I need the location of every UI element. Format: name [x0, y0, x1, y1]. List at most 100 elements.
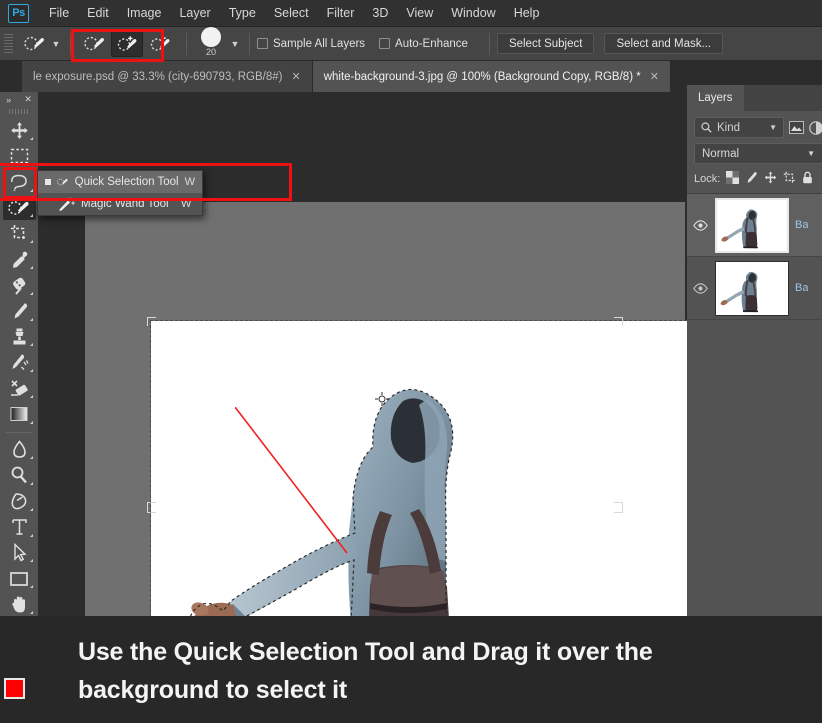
brush-size-value: 20 — [206, 48, 216, 57]
close-icon[interactable]: ✕ — [650, 70, 659, 83]
menu-item-layer[interactable]: Layer — [170, 3, 219, 23]
brush-size-control[interactable]: 20 — [194, 30, 228, 57]
move-tool[interactable] — [3, 118, 36, 143]
photoshop-logo: Ps — [8, 4, 29, 23]
blend-mode-select[interactable]: Normal ▼ — [694, 143, 822, 164]
layer-filter-kind-select[interactable]: Kind ▼ — [694, 117, 784, 138]
menu-item-window[interactable]: Window — [442, 3, 504, 23]
close-icon[interactable]: ✕ — [291, 70, 300, 83]
options-bar: ▼ — [0, 27, 822, 61]
menu-item-view[interactable]: View — [397, 3, 442, 23]
layer-lock-row: Lock: — [687, 164, 822, 193]
pixel-layer-filter-icon[interactable] — [789, 117, 804, 138]
blend-mode-row: Normal ▼ — [687, 138, 822, 164]
brush-tool[interactable] — [3, 299, 36, 324]
menu-item-help[interactable]: Help — [505, 3, 549, 23]
select-subject-button[interactable]: Select Subject — [497, 33, 595, 54]
menu-item-select[interactable]: Select — [265, 3, 318, 23]
eraser-tool[interactable] — [3, 376, 36, 401]
crop-tool[interactable] — [3, 221, 36, 246]
foreground-color-swatch[interactable] — [4, 678, 25, 699]
flyout-shortcut: W — [181, 198, 195, 210]
magic-wand-tool-icon — [57, 197, 75, 211]
layer-thumbnail[interactable] — [715, 261, 789, 316]
close-icon[interactable]: ✕ — [24, 94, 32, 105]
options-bar-grip[interactable] — [4, 34, 13, 54]
lasso-tool[interactable] — [3, 170, 36, 195]
eye-visibility-icon[interactable] — [691, 220, 709, 231]
tools-panel-grip[interactable] — [9, 109, 29, 114]
quick-selection-tool-icon — [57, 175, 69, 189]
quick-selection-tool[interactable] — [3, 196, 36, 221]
blur-tool[interactable] — [3, 437, 36, 462]
lock-position-icon[interactable] — [764, 171, 777, 187]
layer-row-background-copy[interactable]: Ba — [687, 194, 822, 257]
auto-enhance-box[interactable] — [379, 38, 390, 49]
gradient-tool[interactable] — [3, 402, 36, 427]
layer-thumbnail[interactable] — [715, 198, 789, 253]
rectangle-tool[interactable] — [3, 566, 36, 591]
chevron-down-icon[interactable]: ▼ — [807, 149, 815, 158]
flyout-label: Magic Wand Tool — [81, 198, 175, 210]
layer-filter-kind-label: Kind — [717, 122, 740, 134]
pen-tool[interactable] — [3, 489, 36, 514]
path-selection-tool[interactable] — [3, 541, 36, 566]
flyout-item-quick-selection-tool[interactable]: Quick Selection Tool W — [38, 171, 202, 193]
document-tab-exposure[interactable]: le exposure.psd @ 33.3% (city-690793, RG… — [22, 61, 313, 92]
collapse-panel-icon[interactable]: » — [6, 95, 11, 105]
menu-item-3d[interactable]: 3D — [363, 3, 397, 23]
layer-name[interactable]: Ba — [795, 219, 808, 231]
layer-name[interactable]: Ba — [795, 282, 808, 294]
auto-enhance-checkbox[interactable]: Auto-Enhance — [379, 38, 468, 50]
brush-options-chevron-down-icon[interactable]: ▼ — [228, 39, 242, 49]
options-divider-2 — [186, 33, 187, 55]
auto-enhance-label: Auto-Enhance — [395, 38, 468, 50]
tools-panel-header: » ✕ — [0, 92, 39, 107]
menu-bar: Ps File Edit Image Layer Type Select Fil… — [0, 0, 822, 27]
quick-selection-tool-icon[interactable] — [19, 31, 49, 57]
brush-preset-chevron-down-icon[interactable]: ▼ — [49, 39, 63, 49]
menu-item-type[interactable]: Type — [220, 3, 265, 23]
history-brush-tool[interactable] — [3, 350, 36, 375]
menu-item-edit[interactable]: Edit — [78, 3, 118, 23]
spot-healing-brush-tool[interactable] — [3, 273, 36, 298]
rectangular-marquee-tool[interactable] — [3, 144, 36, 169]
lock-all-icon[interactable] — [802, 171, 813, 187]
lock-artboard-nesting-icon[interactable] — [783, 171, 796, 187]
lock-image-pixels-icon[interactable] — [745, 171, 758, 187]
clone-stamp-tool[interactable] — [3, 325, 36, 350]
current-tool-bullet-icon — [45, 179, 51, 185]
document-tab-label: le exposure.psd @ 33.3% (city-690793, RG… — [33, 71, 282, 83]
sample-all-layers-box[interactable] — [257, 38, 268, 49]
sample-all-layers-checkbox[interactable]: Sample All Layers — [257, 38, 365, 50]
caption-right-filler — [687, 616, 822, 723]
subtract-from-selection-button[interactable] — [144, 31, 176, 57]
select-and-mask-button[interactable]: Select and Mask... — [604, 33, 723, 54]
layer-row-background[interactable]: Ba — [687, 257, 822, 320]
blend-mode-value: Normal — [702, 148, 739, 160]
dodge-tool[interactable] — [3, 463, 36, 488]
adjustment-layer-filter-icon[interactable] — [809, 117, 822, 138]
menu-item-file[interactable]: File — [40, 3, 78, 23]
document-tab-white-background[interactable]: white-background-3.jpg @ 100% (Backgroun… — [313, 61, 671, 92]
tab-layers[interactable]: Layers — [687, 85, 744, 111]
chevron-down-icon[interactable]: ▼ — [769, 123, 777, 132]
add-to-selection-button[interactable] — [111, 31, 143, 57]
tools-divider — [6, 432, 32, 433]
sample-all-layers-label: Sample All Layers — [273, 38, 365, 50]
lock-transparent-pixels-icon[interactable] — [726, 171, 739, 187]
menu-item-image[interactable]: Image — [118, 3, 171, 23]
eye-visibility-icon[interactable] — [691, 283, 709, 294]
search-icon — [701, 122, 712, 133]
flyout-label: Quick Selection Tool — [75, 176, 179, 188]
lock-label: Lock: — [694, 173, 720, 185]
layers-panel-tabstrip: Layers — [687, 85, 822, 111]
type-tool[interactable] — [3, 515, 36, 540]
hand-tool[interactable] — [3, 592, 36, 617]
options-divider — [70, 33, 71, 55]
brush-preview-icon — [201, 27, 221, 47]
menu-item-filter[interactable]: Filter — [318, 3, 364, 23]
flyout-item-magic-wand-tool[interactable]: Magic Wand Tool W — [38, 193, 202, 215]
new-selection-button[interactable] — [78, 31, 110, 57]
eyedropper-tool[interactable] — [3, 247, 36, 272]
